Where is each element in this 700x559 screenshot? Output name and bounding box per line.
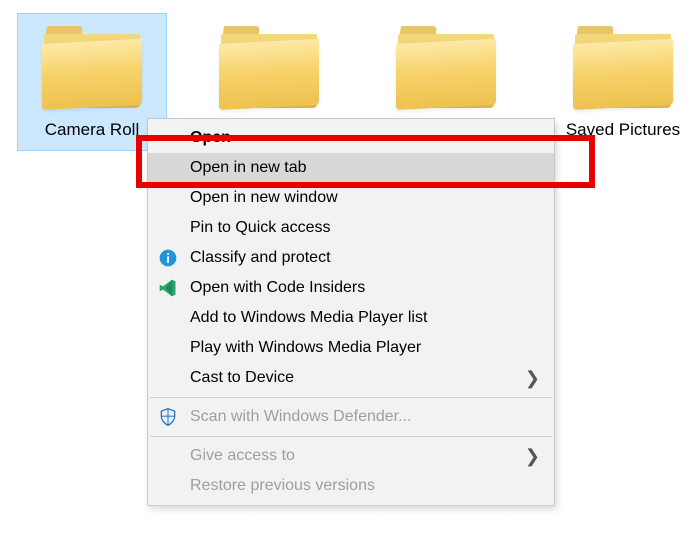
folder-label: Saved Pictures: [553, 120, 693, 140]
folder-item[interactable]: Camera Roll: [18, 14, 166, 150]
menu-item: Give access to ❯: [148, 441, 554, 471]
menu-item[interactable]: Open: [148, 123, 554, 153]
folder-icon: [42, 20, 142, 110]
vscode-insiders-icon: [156, 276, 180, 300]
menu-item: Restore previous versions: [148, 471, 554, 501]
chevron-right-icon: ❯: [525, 446, 540, 467]
blank-icon: [156, 306, 180, 330]
menu-item-label: Add to Windows Media Player list: [190, 309, 540, 327]
chevron-right-icon: ❯: [525, 368, 540, 389]
menu-item[interactable]: Add to Windows Media Player list: [148, 303, 554, 333]
menu-item[interactable]: Open in new window: [148, 183, 554, 213]
menu-item[interactable]: Open in new tab: [148, 153, 554, 183]
menu-item[interactable]: Open with Code Insiders: [148, 273, 554, 303]
blank-icon: [156, 126, 180, 150]
folder-icon: [219, 20, 319, 110]
blank-icon: [156, 444, 180, 468]
menu-item-label: Open in new window: [190, 189, 540, 207]
menu-item-label: Open: [190, 129, 540, 147]
menu-item-label: Restore previous versions: [190, 477, 540, 495]
menu-item-label: Play with Windows Media Player: [190, 339, 540, 357]
blank-icon: [156, 336, 180, 360]
defender-shield-icon: [156, 405, 180, 429]
menu-separator: [150, 397, 552, 398]
menu-item-label: Pin to Quick access: [190, 219, 540, 237]
blank-icon: [156, 186, 180, 210]
menu-item[interactable]: Classify and protect: [148, 243, 554, 273]
menu-item: Scan with Windows Defender...: [148, 402, 554, 432]
folder-item[interactable]: Saved Pictures: [549, 14, 697, 150]
menu-item-label: Open in new tab: [190, 159, 540, 177]
fade-overlay: [0, 499, 700, 559]
folder-icon: [573, 20, 673, 110]
menu-separator: [150, 436, 552, 437]
desktop-area: Camera RollPhotoDirectorPodcastsSaved Pi…: [0, 0, 700, 559]
menu-item[interactable]: Cast to Device ❯: [148, 363, 554, 393]
menu-item-label: Open with Code Insiders: [190, 279, 540, 297]
menu-item-label: Scan with Windows Defender...: [190, 408, 540, 426]
blank-icon: [156, 156, 180, 180]
menu-item[interactable]: Pin to Quick access: [148, 213, 554, 243]
menu-item[interactable]: Play with Windows Media Player: [148, 333, 554, 363]
folder-icon: [396, 20, 496, 110]
folder-label: Camera Roll: [22, 120, 162, 140]
menu-item-label: Cast to Device: [190, 369, 513, 387]
context-menu: Open Open in new tab Open in new window Pin…: [147, 118, 555, 506]
azure-info-icon: [156, 246, 180, 270]
menu-item-label: Classify and protect: [190, 249, 540, 267]
blank-icon: [156, 474, 180, 498]
blank-icon: [156, 366, 180, 390]
blank-icon: [156, 216, 180, 240]
menu-item-label: Give access to: [190, 447, 513, 465]
